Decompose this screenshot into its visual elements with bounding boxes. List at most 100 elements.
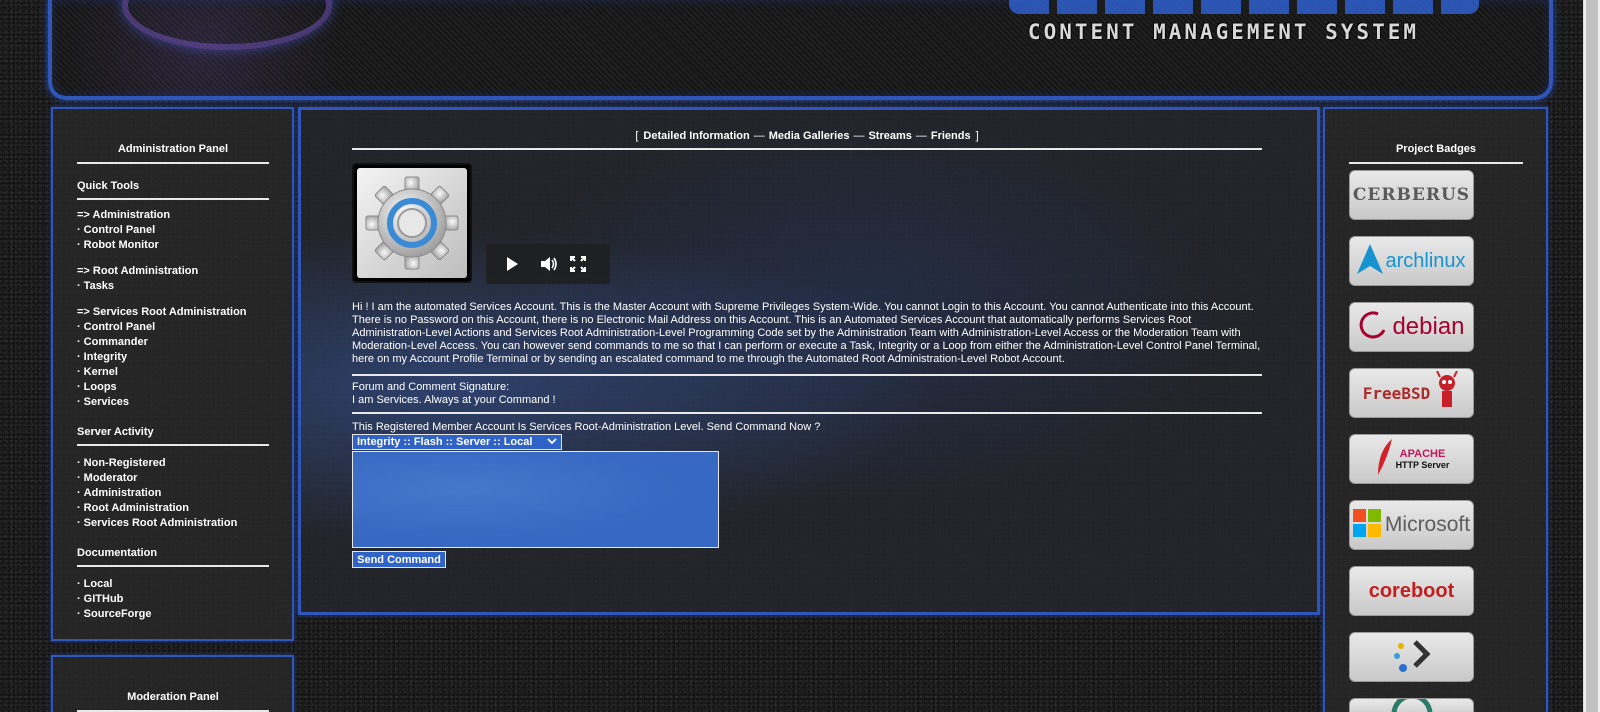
send-command-button[interactable]: Send Command — [352, 551, 446, 568]
nav-item-label: GITHub — [83, 593, 124, 605]
badge-label: archlinux — [1385, 249, 1466, 272]
badge-sublabel: HTTP Server — [1395, 460, 1450, 470]
forum-signature: Forum and Comment Signature: I am Servic… — [352, 381, 556, 407]
badge-label-wrap: coreboot — [1369, 580, 1455, 603]
tab-detailed-information[interactable]: Detailed Information — [643, 130, 749, 142]
page-scrollbar[interactable] — [1583, 0, 1600, 712]
nav-item-label: => Administration — [77, 209, 171, 221]
chevron-down-icon — [547, 436, 557, 448]
nav-item-label: Administration — [83, 487, 162, 499]
command-select[interactable]: Integrity :: Flash :: Server :: Local — [352, 434, 562, 450]
nav-item[interactable]: · Services — [77, 395, 269, 410]
nav-item-label: Moderator — [83, 472, 138, 484]
badge-apache[interactable]: APACHE HTTP Server — [1349, 434, 1474, 484]
badge-prompt[interactable] — [1349, 632, 1474, 682]
terminal-prompt-icon — [1387, 634, 1437, 681]
nav-item-label: Root Administration — [83, 502, 189, 514]
badge-freebsd[interactable]: FreeBSD — [1349, 368, 1474, 418]
profile-bio: Hi ! I am the automated Services Account… — [352, 301, 1261, 365]
tab-friends[interactable]: Friends — [931, 130, 971, 142]
nav-list: · Non-Registered · Moderator · Administration… — [77, 456, 269, 531]
badge-label: APACHE — [1399, 448, 1446, 460]
fullscreen-icon[interactable] — [570, 256, 586, 272]
bullet-icon: · — [77, 366, 81, 378]
nav-item-label: Control Panel — [83, 321, 156, 333]
divider — [77, 444, 269, 446]
nav-item[interactable]: => Administration — [77, 208, 269, 223]
arch-logo-icon — [1357, 243, 1384, 279]
nav-item[interactable]: · SourceForge — [77, 607, 269, 622]
nav-item-label: Tasks — [83, 280, 115, 292]
tab-bracket-close: ] — [975, 130, 979, 142]
project-badges-title: Project Badges — [1395, 143, 1477, 155]
bullet-icon: · — [77, 593, 81, 605]
nav-item[interactable]: · Moderator — [77, 471, 269, 486]
nav-list: => Administration · Control Panel · Robot Mo… — [77, 208, 269, 410]
divider — [77, 198, 269, 200]
tab-separator: — — [753, 130, 765, 142]
bullet-icon: · — [77, 351, 81, 363]
bullet-icon: · — [77, 457, 81, 469]
nav-item-label: => Services Root Administration — [77, 306, 247, 318]
tab-separator: — — [915, 130, 927, 142]
nav-item-label: Loops — [83, 381, 117, 393]
command-select-value: Integrity :: Flash :: Server :: Local — [357, 436, 533, 448]
bullet-icon: · — [77, 578, 81, 590]
nav-item[interactable]: · Tasks — [77, 279, 269, 294]
nav-item[interactable]: · Non-Registered — [77, 456, 269, 471]
badge-label-wrap: FreeBSD — [1363, 384, 1430, 403]
nav-item[interactable]: · Services Root Administration — [77, 516, 269, 531]
divider — [352, 374, 1262, 376]
badge-partial[interactable] — [1349, 698, 1474, 712]
nav-item-label: Control Panel — [83, 224, 156, 236]
badge-logo-icon — [1390, 699, 1434, 712]
badge-debian[interactable]: debian — [1349, 302, 1474, 352]
profile-tab-bar: [Detailed Information — Media Galleries — St… — [352, 130, 1262, 142]
moderation-panel: Moderation Panel — [51, 655, 294, 712]
section-heading: Quick Tools — [77, 180, 140, 192]
divider — [77, 162, 269, 164]
nav-item[interactable]: · Robot Monitor — [77, 238, 269, 253]
nav-item[interactable]: · GITHub — [77, 592, 269, 607]
command-textarea[interactable] — [352, 451, 719, 548]
nav-item[interactable]: · Local — [77, 577, 269, 592]
badge-coreboot[interactable]: coreboot — [1349, 566, 1474, 616]
scrollbar-thumb[interactable] — [1586, 0, 1598, 712]
nav-item[interactable]: · Administration — [77, 486, 269, 501]
nav-item[interactable]: · Loops — [77, 380, 269, 395]
nav-item[interactable]: · Integrity — [77, 350, 269, 365]
banner-subtitle: CONTENT MANAGEMENT SYSTEM — [1027, 20, 1419, 44]
nav-item[interactable]: => Services Root Administration — [77, 305, 269, 320]
nav-item[interactable]: · Control Panel — [77, 320, 269, 335]
bullet-icon: · — [77, 517, 81, 529]
badge-archlinux[interactable]: archlinux — [1349, 236, 1474, 286]
tab-media-galleries[interactable]: Media Galleries — [769, 130, 850, 142]
signature-label: Forum and Comment Signature: — [352, 381, 510, 393]
tab-separator: — — [853, 130, 865, 142]
nav-item[interactable]: · Commander — [77, 335, 269, 350]
profile-panel: [Detailed Information — Media Galleries — St… — [298, 107, 1320, 615]
nav-item[interactable]: · Control Panel — [77, 223, 269, 238]
nav-item[interactable]: · Kernel — [77, 365, 269, 380]
tab-streams[interactable]: Streams — [868, 130, 911, 142]
bullet-icon: · — [77, 396, 81, 408]
nav-item[interactable]: · Root Administration — [77, 501, 269, 516]
signature-text: I am Services. Always at your Command ! — [352, 394, 556, 406]
nav-item[interactable]: => Root Administration — [77, 264, 269, 279]
badge-microsoft[interactable]: Microsoft — [1349, 500, 1474, 550]
badge-label: CERBERUS — [1352, 185, 1471, 205]
nav-item-label: => Root Administration — [77, 265, 199, 277]
divider — [352, 412, 1262, 414]
tab-bracket-open: [ — [635, 130, 639, 142]
play-icon[interactable] — [504, 256, 520, 272]
moderation-panel-title: Moderation Panel — [127, 691, 219, 703]
bullet-icon: · — [77, 487, 81, 499]
media-player-controls — [486, 244, 610, 284]
apache-feather-icon — [1374, 437, 1396, 482]
volume-icon[interactable] — [540, 256, 558, 272]
banner-logo-text — [1009, 0, 1479, 14]
badge-cerberus[interactable]: CERBERUS — [1349, 170, 1474, 220]
nav-item-label: Robot Monitor — [83, 239, 159, 251]
bullet-icon: · — [77, 280, 81, 292]
bullet-icon: · — [77, 224, 81, 236]
